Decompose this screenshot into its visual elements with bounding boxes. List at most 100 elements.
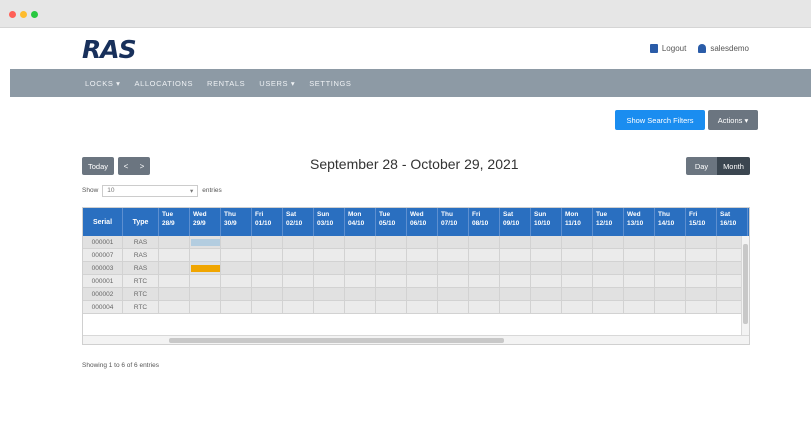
day-cell[interactable] [593, 249, 624, 262]
day-cell[interactable] [407, 301, 438, 314]
day-cell[interactable] [500, 236, 531, 249]
day-cell[interactable] [190, 288, 221, 301]
table-row[interactable]: 000001 RTC [83, 275, 749, 288]
vertical-scroll-thumb[interactable] [743, 244, 748, 324]
horizontal-scrollbar[interactable] [83, 335, 749, 344]
day-cell[interactable] [376, 249, 407, 262]
day-cell[interactable] [159, 275, 190, 288]
table-row[interactable]: 000007 RAS [83, 249, 749, 262]
nav-item-rentals[interactable]: RENTALS [207, 79, 245, 88]
header-type[interactable]: Type [123, 208, 159, 236]
day-cell[interactable] [376, 288, 407, 301]
day-cell[interactable] [314, 262, 345, 275]
day-cell[interactable] [345, 275, 376, 288]
next-button[interactable]: > [140, 162, 145, 171]
nav-item-allocations[interactable]: ALLOCATIONS [134, 79, 193, 88]
logout-link[interactable]: Logout [649, 44, 686, 53]
day-cell[interactable] [190, 249, 221, 262]
day-cell[interactable] [686, 262, 717, 275]
day-cell[interactable] [190, 301, 221, 314]
day-cell[interactable] [469, 249, 500, 262]
day-cell[interactable] [283, 288, 314, 301]
day-cell[interactable] [686, 288, 717, 301]
table-row[interactable]: 000003 RAS [83, 262, 749, 275]
day-cell[interactable] [407, 275, 438, 288]
day-cell[interactable] [376, 275, 407, 288]
day-cell[interactable] [500, 275, 531, 288]
table-row[interactable]: 000002 RTC [83, 288, 749, 301]
app-logo[interactable]: RAS [82, 35, 137, 64]
show-search-filters-button[interactable]: Show Search Filters [615, 110, 705, 130]
minimize-window-button[interactable] [20, 11, 27, 18]
day-cell[interactable] [655, 262, 686, 275]
day-cell[interactable] [624, 262, 655, 275]
day-cell[interactable] [376, 301, 407, 314]
table-row[interactable]: 000001 RAS [83, 236, 749, 249]
day-cell[interactable] [686, 236, 717, 249]
day-cell[interactable] [438, 262, 469, 275]
day-cell[interactable] [593, 275, 624, 288]
day-cell[interactable] [531, 301, 562, 314]
day-cell[interactable] [438, 288, 469, 301]
day-cell[interactable] [655, 301, 686, 314]
prev-button[interactable]: < [124, 162, 129, 171]
day-cell[interactable] [469, 275, 500, 288]
day-cell[interactable] [438, 301, 469, 314]
day-cell[interactable] [562, 275, 593, 288]
day-cell[interactable] [469, 288, 500, 301]
day-cell[interactable] [314, 301, 345, 314]
nav-item-users[interactable]: USERS ▾ [259, 79, 295, 88]
table-row[interactable]: 000004 RTC [83, 301, 749, 314]
day-cell[interactable] [624, 249, 655, 262]
maximize-window-button[interactable] [31, 11, 38, 18]
day-cell[interactable] [252, 262, 283, 275]
day-cell[interactable] [345, 301, 376, 314]
day-cell[interactable] [438, 275, 469, 288]
day-cell[interactable] [252, 275, 283, 288]
day-cell[interactable] [221, 301, 252, 314]
day-cell[interactable] [469, 262, 500, 275]
day-cell[interactable] [655, 275, 686, 288]
day-cell[interactable] [345, 262, 376, 275]
day-cell[interactable] [283, 301, 314, 314]
day-cell[interactable] [283, 275, 314, 288]
close-window-button[interactable] [9, 11, 16, 18]
day-cell[interactable] [531, 275, 562, 288]
day-cell[interactable] [624, 301, 655, 314]
day-cell[interactable] [159, 262, 190, 275]
day-cell[interactable] [593, 301, 624, 314]
day-cell[interactable] [562, 301, 593, 314]
day-cell[interactable] [624, 275, 655, 288]
day-cell[interactable] [500, 249, 531, 262]
day-cell[interactable] [407, 236, 438, 249]
user-link[interactable]: salesdemo [698, 44, 749, 53]
day-cell[interactable] [686, 275, 717, 288]
day-cell[interactable] [376, 236, 407, 249]
day-cell[interactable] [407, 288, 438, 301]
allocation-bar[interactable] [191, 265, 220, 272]
day-cell[interactable] [562, 262, 593, 275]
day-cell[interactable] [655, 249, 686, 262]
day-cell[interactable] [686, 301, 717, 314]
header-serial[interactable]: Serial [83, 208, 123, 236]
day-cell[interactable] [655, 288, 686, 301]
day-cell[interactable] [531, 249, 562, 262]
vertical-scrollbar[interactable] [741, 236, 749, 336]
day-cell[interactable] [593, 236, 624, 249]
day-cell[interactable] [376, 262, 407, 275]
day-cell[interactable] [500, 301, 531, 314]
day-cell[interactable] [283, 236, 314, 249]
day-cell[interactable] [531, 262, 562, 275]
day-cell[interactable] [469, 301, 500, 314]
entries-select[interactable]: 10 ▾ [102, 184, 199, 197]
day-cell[interactable] [500, 262, 531, 275]
day-cell[interactable] [345, 249, 376, 262]
day-cell[interactable] [531, 288, 562, 301]
day-cell[interactable] [159, 249, 190, 262]
day-cell[interactable] [314, 249, 345, 262]
day-cell[interactable] [221, 262, 252, 275]
day-cell[interactable] [345, 288, 376, 301]
day-cell[interactable] [407, 262, 438, 275]
day-cell[interactable] [531, 236, 562, 249]
day-cell[interactable] [252, 301, 283, 314]
